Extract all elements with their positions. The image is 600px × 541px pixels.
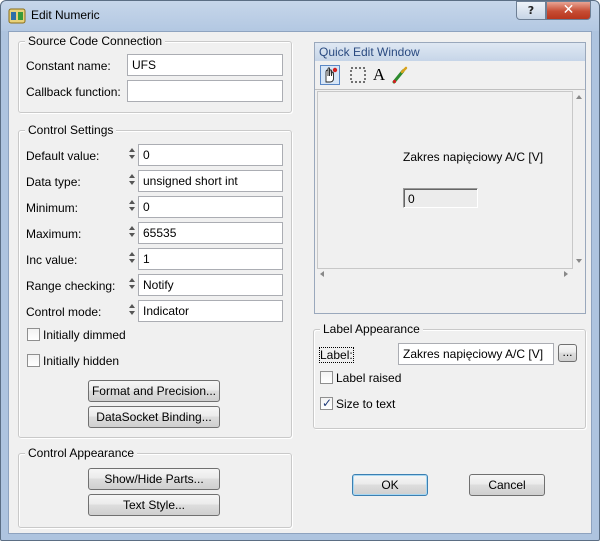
quick-edit-vertical-scrollbar[interactable]: [573, 91, 584, 269]
initially-dimmed-label[interactable]: Initially dimmed: [43, 328, 126, 342]
app-icon: [8, 8, 26, 24]
text-style-button[interactable]: Text Style...: [88, 494, 220, 516]
constant-name-input[interactable]: UFS: [127, 54, 283, 76]
title-bar[interactable]: Edit Numeric ? ✕: [1, 1, 599, 31]
cancel-button[interactable]: Cancel: [469, 474, 545, 496]
quick-edit-numeric-indicator[interactable]: 0: [403, 188, 478, 208]
inc-value-input[interactable]: 1: [138, 248, 283, 270]
ok-button[interactable]: OK: [352, 474, 428, 496]
inc-value-label: Inc value:: [26, 253, 78, 267]
operate-tool-icon[interactable]: [320, 65, 340, 85]
range-checking-label: Range checking:: [26, 279, 116, 293]
dialog-window: Edit Numeric ? ✕ Source Code Connection …: [0, 0, 600, 541]
source-code-group: Source Code Connection Constant name: UF…: [18, 34, 292, 113]
initially-hidden-label[interactable]: Initially hidden: [43, 354, 119, 368]
scroll-left-arrow-icon[interactable]: [320, 271, 324, 277]
size-to-text-label[interactable]: Size to text: [336, 397, 395, 411]
label-text-input[interactable]: Zakres napięciowy A/C [V]: [398, 343, 554, 365]
maximum-input[interactable]: 65535: [138, 222, 283, 244]
text-tool-icon[interactable]: A: [369, 65, 389, 85]
color-tool-icon[interactable]: [390, 65, 410, 85]
quick-edit-control-label[interactable]: Zakres napięciowy A/C [V]: [403, 150, 543, 164]
close-button[interactable]: ✕: [546, 1, 591, 20]
size-to-text-checkbox[interactable]: ✓: [320, 396, 333, 410]
initially-dimmed-checkbox[interactable]: [27, 328, 40, 341]
inc-value-spinner[interactable]: [128, 248, 136, 270]
minimum-spinner[interactable]: [128, 196, 136, 218]
control-mode-label: Control mode:: [26, 305, 102, 319]
scroll-down-arrow-icon[interactable]: [576, 259, 582, 263]
data-type-input[interactable]: unsigned short int: [138, 170, 283, 192]
help-button[interactable]: ?: [516, 1, 546, 20]
label-field-label: Label:: [319, 347, 354, 363]
quick-edit-horizontal-scrollbar[interactable]: [317, 269, 573, 280]
range-checking-input[interactable]: Notify: [138, 274, 283, 296]
label-browse-button[interactable]: ...: [558, 344, 577, 362]
label-raised-checkbox[interactable]: [320, 371, 333, 384]
select-tool-icon[interactable]: [348, 65, 368, 85]
control-settings-legend: Control Settings: [25, 123, 117, 137]
range-checking-spinner[interactable]: [128, 274, 136, 296]
checkmark-icon: ✓: [321, 396, 333, 410]
control-mode-spinner[interactable]: [128, 300, 136, 322]
dialog-client: Source Code Connection Constant name: UF…: [8, 31, 592, 534]
minimum-input[interactable]: 0: [138, 196, 283, 218]
scroll-right-arrow-icon[interactable]: [564, 271, 568, 277]
control-appearance-legend: Control Appearance: [25, 446, 138, 460]
default-value-input[interactable]: 0: [138, 144, 283, 166]
callback-function-label: Callback function:: [26, 85, 121, 99]
quick-edit-window: Quick Edit Window A Zakres napięciowy A/…: [314, 42, 586, 314]
window-title: Edit Numeric: [31, 8, 100, 22]
label-appearance-legend: Label Appearance: [320, 322, 423, 336]
minimum-label: Minimum:: [26, 201, 79, 215]
quick-edit-title: Quick Edit Window: [315, 43, 585, 61]
maximum-spinner[interactable]: [128, 222, 136, 244]
label-raised-label[interactable]: Label raised: [336, 371, 401, 385]
constant-name-label: Constant name:: [26, 59, 111, 73]
data-type-spinner[interactable]: [128, 170, 136, 192]
initially-hidden-checkbox[interactable]: [27, 354, 40, 367]
control-settings-group: Control Settings Default value: 0 Data t…: [18, 123, 292, 438]
data-type-label: Data type:: [26, 175, 81, 189]
default-value-label: Default value:: [26, 149, 100, 163]
source-code-legend: Source Code Connection: [25, 34, 166, 48]
quick-edit-canvas[interactable]: Zakres napięciowy A/C [V] 0: [317, 91, 573, 269]
format-precision-button[interactable]: Format and Precision...: [88, 380, 220, 402]
datasocket-binding-button[interactable]: DataSocket Binding...: [88, 406, 220, 428]
label-appearance-group: Label Appearance Label: Zakres napięciow…: [313, 322, 586, 429]
control-appearance-group: Control Appearance Show/Hide Parts... Te…: [18, 446, 292, 528]
scroll-up-arrow-icon[interactable]: [576, 95, 582, 99]
quick-edit-toolbar: A: [315, 61, 585, 90]
control-mode-input[interactable]: Indicator: [138, 300, 283, 322]
default-value-spinner[interactable]: [128, 144, 136, 166]
maximum-label: Maximum:: [26, 227, 82, 241]
show-hide-parts-button[interactable]: Show/Hide Parts...: [88, 468, 220, 490]
callback-function-input[interactable]: [127, 80, 283, 102]
